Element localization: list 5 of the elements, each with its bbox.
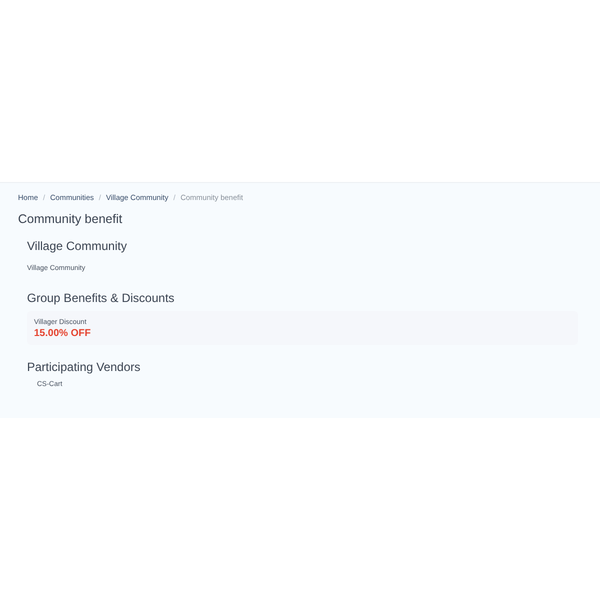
discount-value: 15.00% OFF — [34, 326, 92, 340]
page-title: Community benefit — [18, 211, 124, 227]
section-heading: Participating Vendors — [27, 358, 142, 374]
section-heading: Group Benefits & Discounts — [27, 290, 176, 306]
section-heading: Village Community — [27, 238, 128, 254]
